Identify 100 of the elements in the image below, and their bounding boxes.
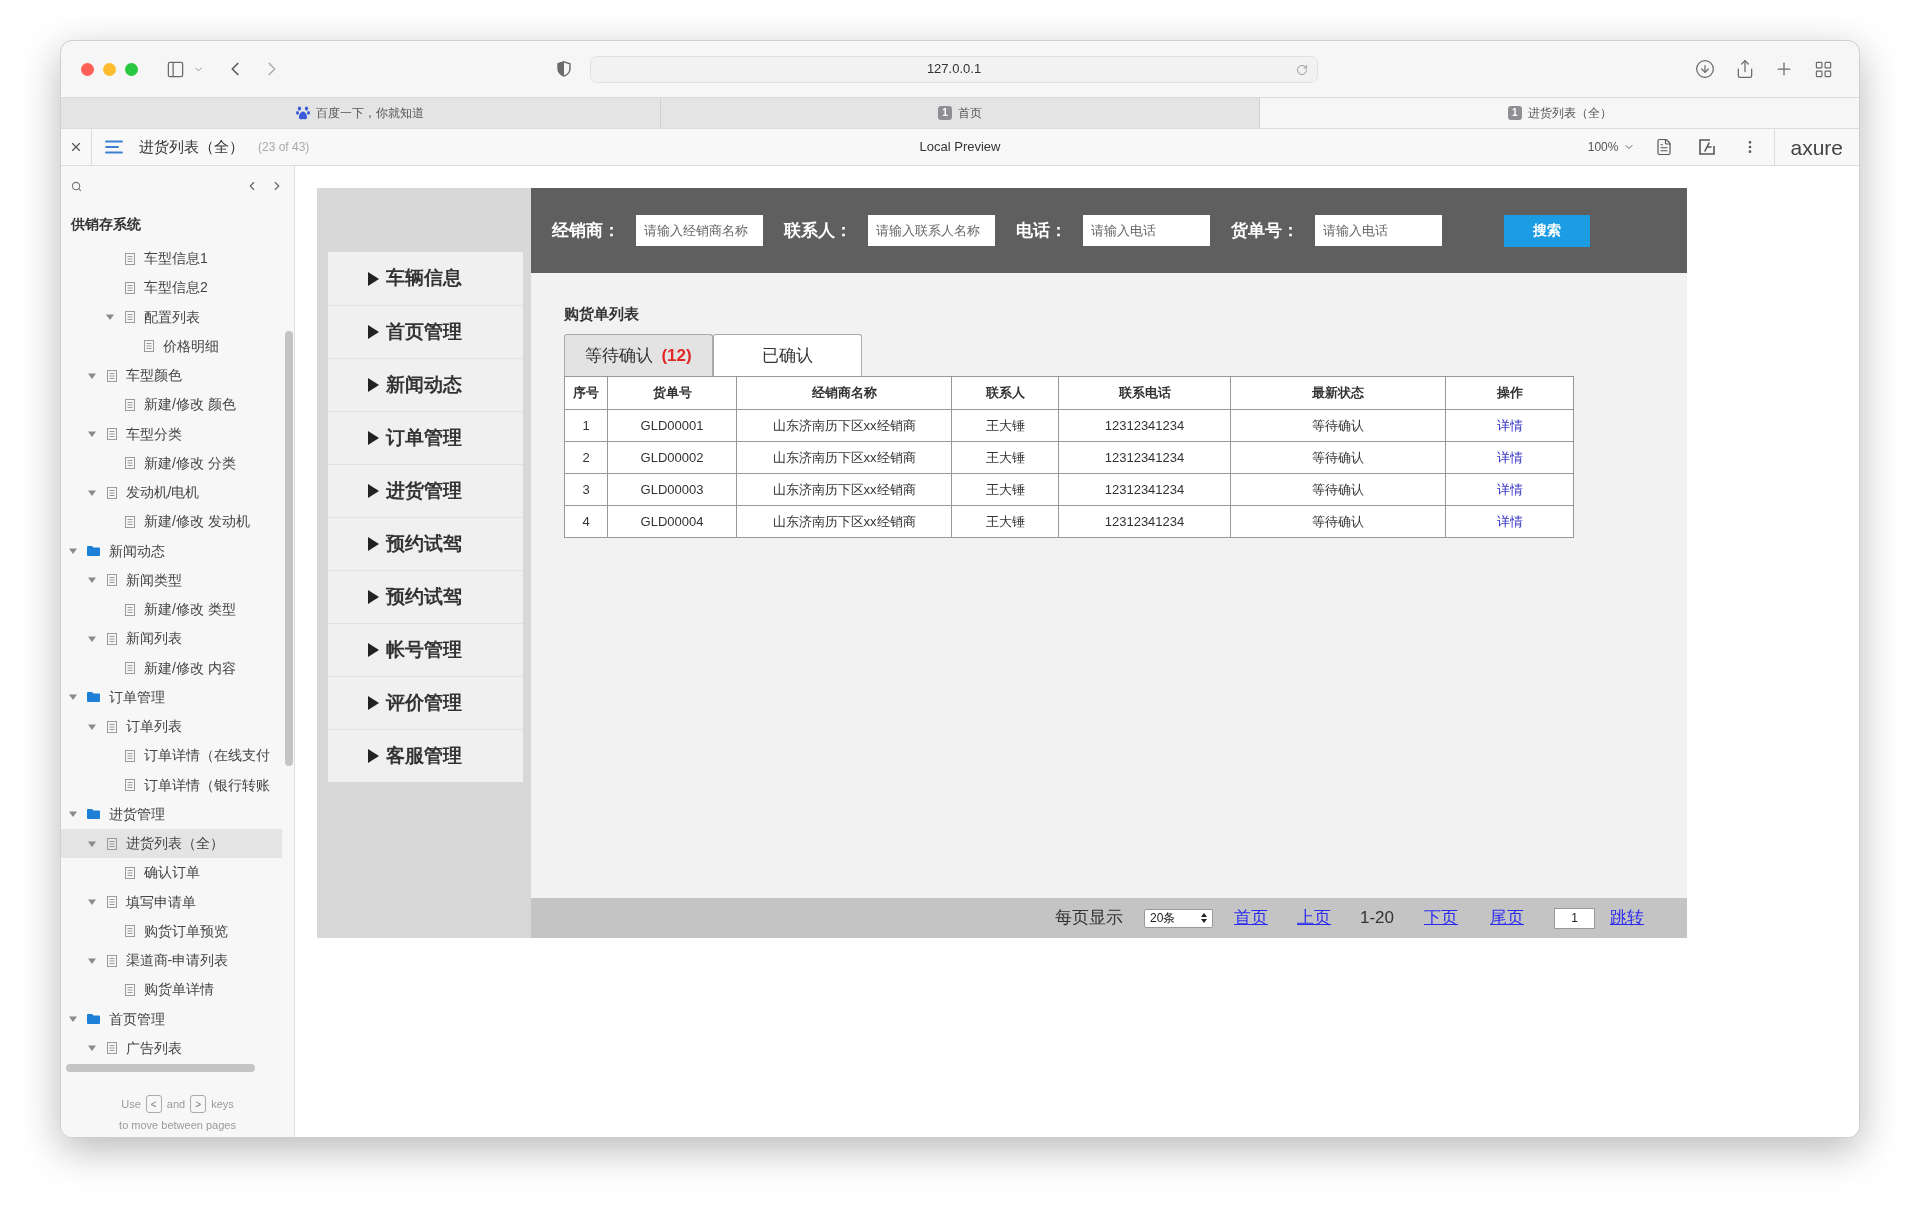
- folder-icon: [87, 1014, 100, 1025]
- tree-item[interactable]: 车型信息2: [61, 273, 282, 303]
- tree-item[interactable]: 订单列表: [61, 712, 282, 742]
- tree-item[interactable]: 确认订单: [61, 858, 282, 888]
- vertical-scrollbar[interactable]: [285, 331, 293, 766]
- close-window-button[interactable]: [81, 62, 94, 76]
- tree-item[interactable]: 购货单详情: [61, 975, 282, 1005]
- tree-item[interactable]: 首页管理: [61, 1004, 282, 1034]
- share-icon[interactable]: [1735, 59, 1755, 79]
- tree-item[interactable]: 填写申请单: [61, 887, 282, 917]
- menu-item[interactable]: 订单管理: [328, 411, 523, 464]
- tree-item[interactable]: 新建/修改 类型: [61, 595, 282, 625]
- tree-item[interactable]: 新闻动态: [61, 536, 282, 566]
- tree-item[interactable]: 车型信息1: [61, 244, 282, 274]
- tree-item[interactable]: 配置列表: [61, 302, 282, 332]
- caret-right-icon: [368, 696, 379, 710]
- tree-item[interactable]: 订单详情（银行转账: [61, 770, 282, 800]
- tree-item[interactable]: 新建/修改 内容: [61, 653, 282, 683]
- zoom-window-button[interactable]: [125, 62, 138, 76]
- document-icon[interactable]: [1655, 138, 1674, 156]
- menu-item[interactable]: 客服管理: [328, 729, 523, 782]
- menu-item[interactable]: 预约试驾: [328, 517, 523, 570]
- tree-item[interactable]: 新建/修改 分类: [61, 448, 282, 478]
- folder-icon: [87, 809, 100, 820]
- tree-item[interactable]: 进货管理: [61, 799, 282, 829]
- tree-item[interactable]: 订单管理: [61, 682, 282, 712]
- tree-item[interactable]: 新建/修改 颜色: [61, 390, 282, 420]
- search-field[interactable]: 请输入电话: [1083, 215, 1210, 246]
- caret-down-icon[interactable]: [69, 810, 77, 819]
- details-link[interactable]: 详情: [1496, 449, 1523, 465]
- next-page-link[interactable]: 下页: [1424, 905, 1458, 931]
- caret-down-icon[interactable]: [106, 313, 114, 322]
- browser-tab[interactable]: 1 进货列表（全）: [1259, 98, 1859, 128]
- search-field[interactable]: 请输入联系人名称: [868, 215, 995, 246]
- caret-down-icon[interactable]: [87, 1044, 96, 1053]
- tree-item[interactable]: 价格明细: [61, 331, 282, 361]
- menu-item[interactable]: 评价管理: [328, 676, 523, 729]
- menu-item[interactable]: 首页管理: [328, 305, 523, 358]
- frame-slash-icon[interactable]: [1698, 138, 1717, 156]
- go-link[interactable]: 跳转: [1610, 905, 1644, 931]
- caret-down-icon[interactable]: [87, 634, 96, 643]
- caret-down-icon[interactable]: [87, 722, 96, 731]
- tree-item[interactable]: 车型颜色: [61, 361, 282, 391]
- tree-item[interactable]: 新闻类型: [61, 565, 282, 595]
- shield-icon[interactable]: [557, 61, 571, 77]
- browser-tab[interactable]: 1 首页: [659, 98, 1260, 128]
- reload-icon[interactable]: [1296, 63, 1308, 76]
- per-page-select[interactable]: 20条: [1143, 908, 1213, 928]
- tree-item[interactable]: 进货列表（全）: [61, 829, 282, 859]
- details-link[interactable]: 详情: [1496, 417, 1523, 433]
- caret-down-icon[interactable]: [87, 488, 96, 497]
- search-field[interactable]: 请输入电话: [1315, 215, 1442, 246]
- tree-item[interactable]: 发动机/电机: [61, 478, 282, 508]
- caret-down-icon[interactable]: [87, 371, 96, 380]
- menu-item[interactable]: 预约试驾: [328, 570, 523, 623]
- tree-item[interactable]: 订单详情（在线支付: [61, 741, 282, 771]
- close-icon[interactable]: [69, 140, 83, 154]
- search-field[interactable]: 请输入经销商名称: [636, 215, 763, 246]
- table-cell: 王大锤: [951, 473, 1059, 506]
- caret-down-icon[interactable]: [87, 430, 96, 439]
- caret-down-icon[interactable]: [69, 547, 77, 556]
- tree-item[interactable]: 车型分类: [61, 419, 282, 449]
- page-icon: [125, 457, 135, 470]
- page-title: 进货列表（全）: [139, 136, 244, 157]
- tree-item[interactable]: 购货订单预览: [61, 916, 282, 946]
- previous-page-link[interactable]: 上页: [1296, 905, 1331, 931]
- table-cell: GLD00003: [607, 473, 737, 506]
- tree-item[interactable]: 新建/修改 发动机: [61, 507, 282, 537]
- tree-item[interactable]: 新闻列表: [61, 624, 282, 654]
- menu-icon[interactable]: [105, 140, 123, 154]
- column-header: 操作: [1445, 376, 1574, 410]
- details-link[interactable]: 详情: [1496, 513, 1523, 529]
- caret-down-icon[interactable]: [87, 956, 96, 965]
- caret-down-icon[interactable]: [87, 839, 96, 848]
- menu-item[interactable]: 进货管理: [328, 464, 523, 517]
- page-icon: [125, 749, 135, 762]
- tab-overview-icon[interactable]: [1814, 59, 1833, 79]
- caret-down-icon[interactable]: [69, 1015, 77, 1024]
- table-cell: 12312341234: [1058, 505, 1231, 538]
- zoom-dropdown[interactable]: 100%: [1587, 138, 1636, 156]
- first-page-link[interactable]: 首页: [1233, 905, 1268, 931]
- tree-item[interactable]: 广告列表: [61, 1033, 282, 1063]
- tab[interactable]: 已确认: [713, 334, 862, 376]
- menu-item[interactable]: 帐号管理: [328, 623, 523, 676]
- last-page-link[interactable]: 尾页: [1490, 905, 1524, 931]
- page-number-field[interactable]: 1: [1554, 907, 1595, 929]
- caret-down-icon[interactable]: [87, 898, 96, 907]
- browser-tab[interactable]: 百度一下，你就知道: [61, 98, 660, 128]
- caret-down-icon[interactable]: [87, 576, 96, 585]
- caret-down-icon[interactable]: [69, 693, 77, 702]
- download-icon[interactable]: [1695, 59, 1715, 79]
- tab[interactable]: 等待确认 (12): [564, 334, 713, 376]
- menu-item[interactable]: 新闻动态: [328, 358, 523, 411]
- search-icon[interactable]: [71, 180, 82, 192]
- horizontal-scrollbar[interactable]: [66, 1064, 255, 1072]
- menu-item[interactable]: 车辆信息: [328, 252, 523, 305]
- details-link[interactable]: 详情: [1496, 481, 1523, 497]
- address-bar[interactable]: 127.0.0.1: [590, 55, 1318, 83]
- tree-item[interactable]: 渠道商-申请列表: [61, 946, 282, 976]
- sidebar-toggle-icon[interactable]: [166, 59, 185, 79]
